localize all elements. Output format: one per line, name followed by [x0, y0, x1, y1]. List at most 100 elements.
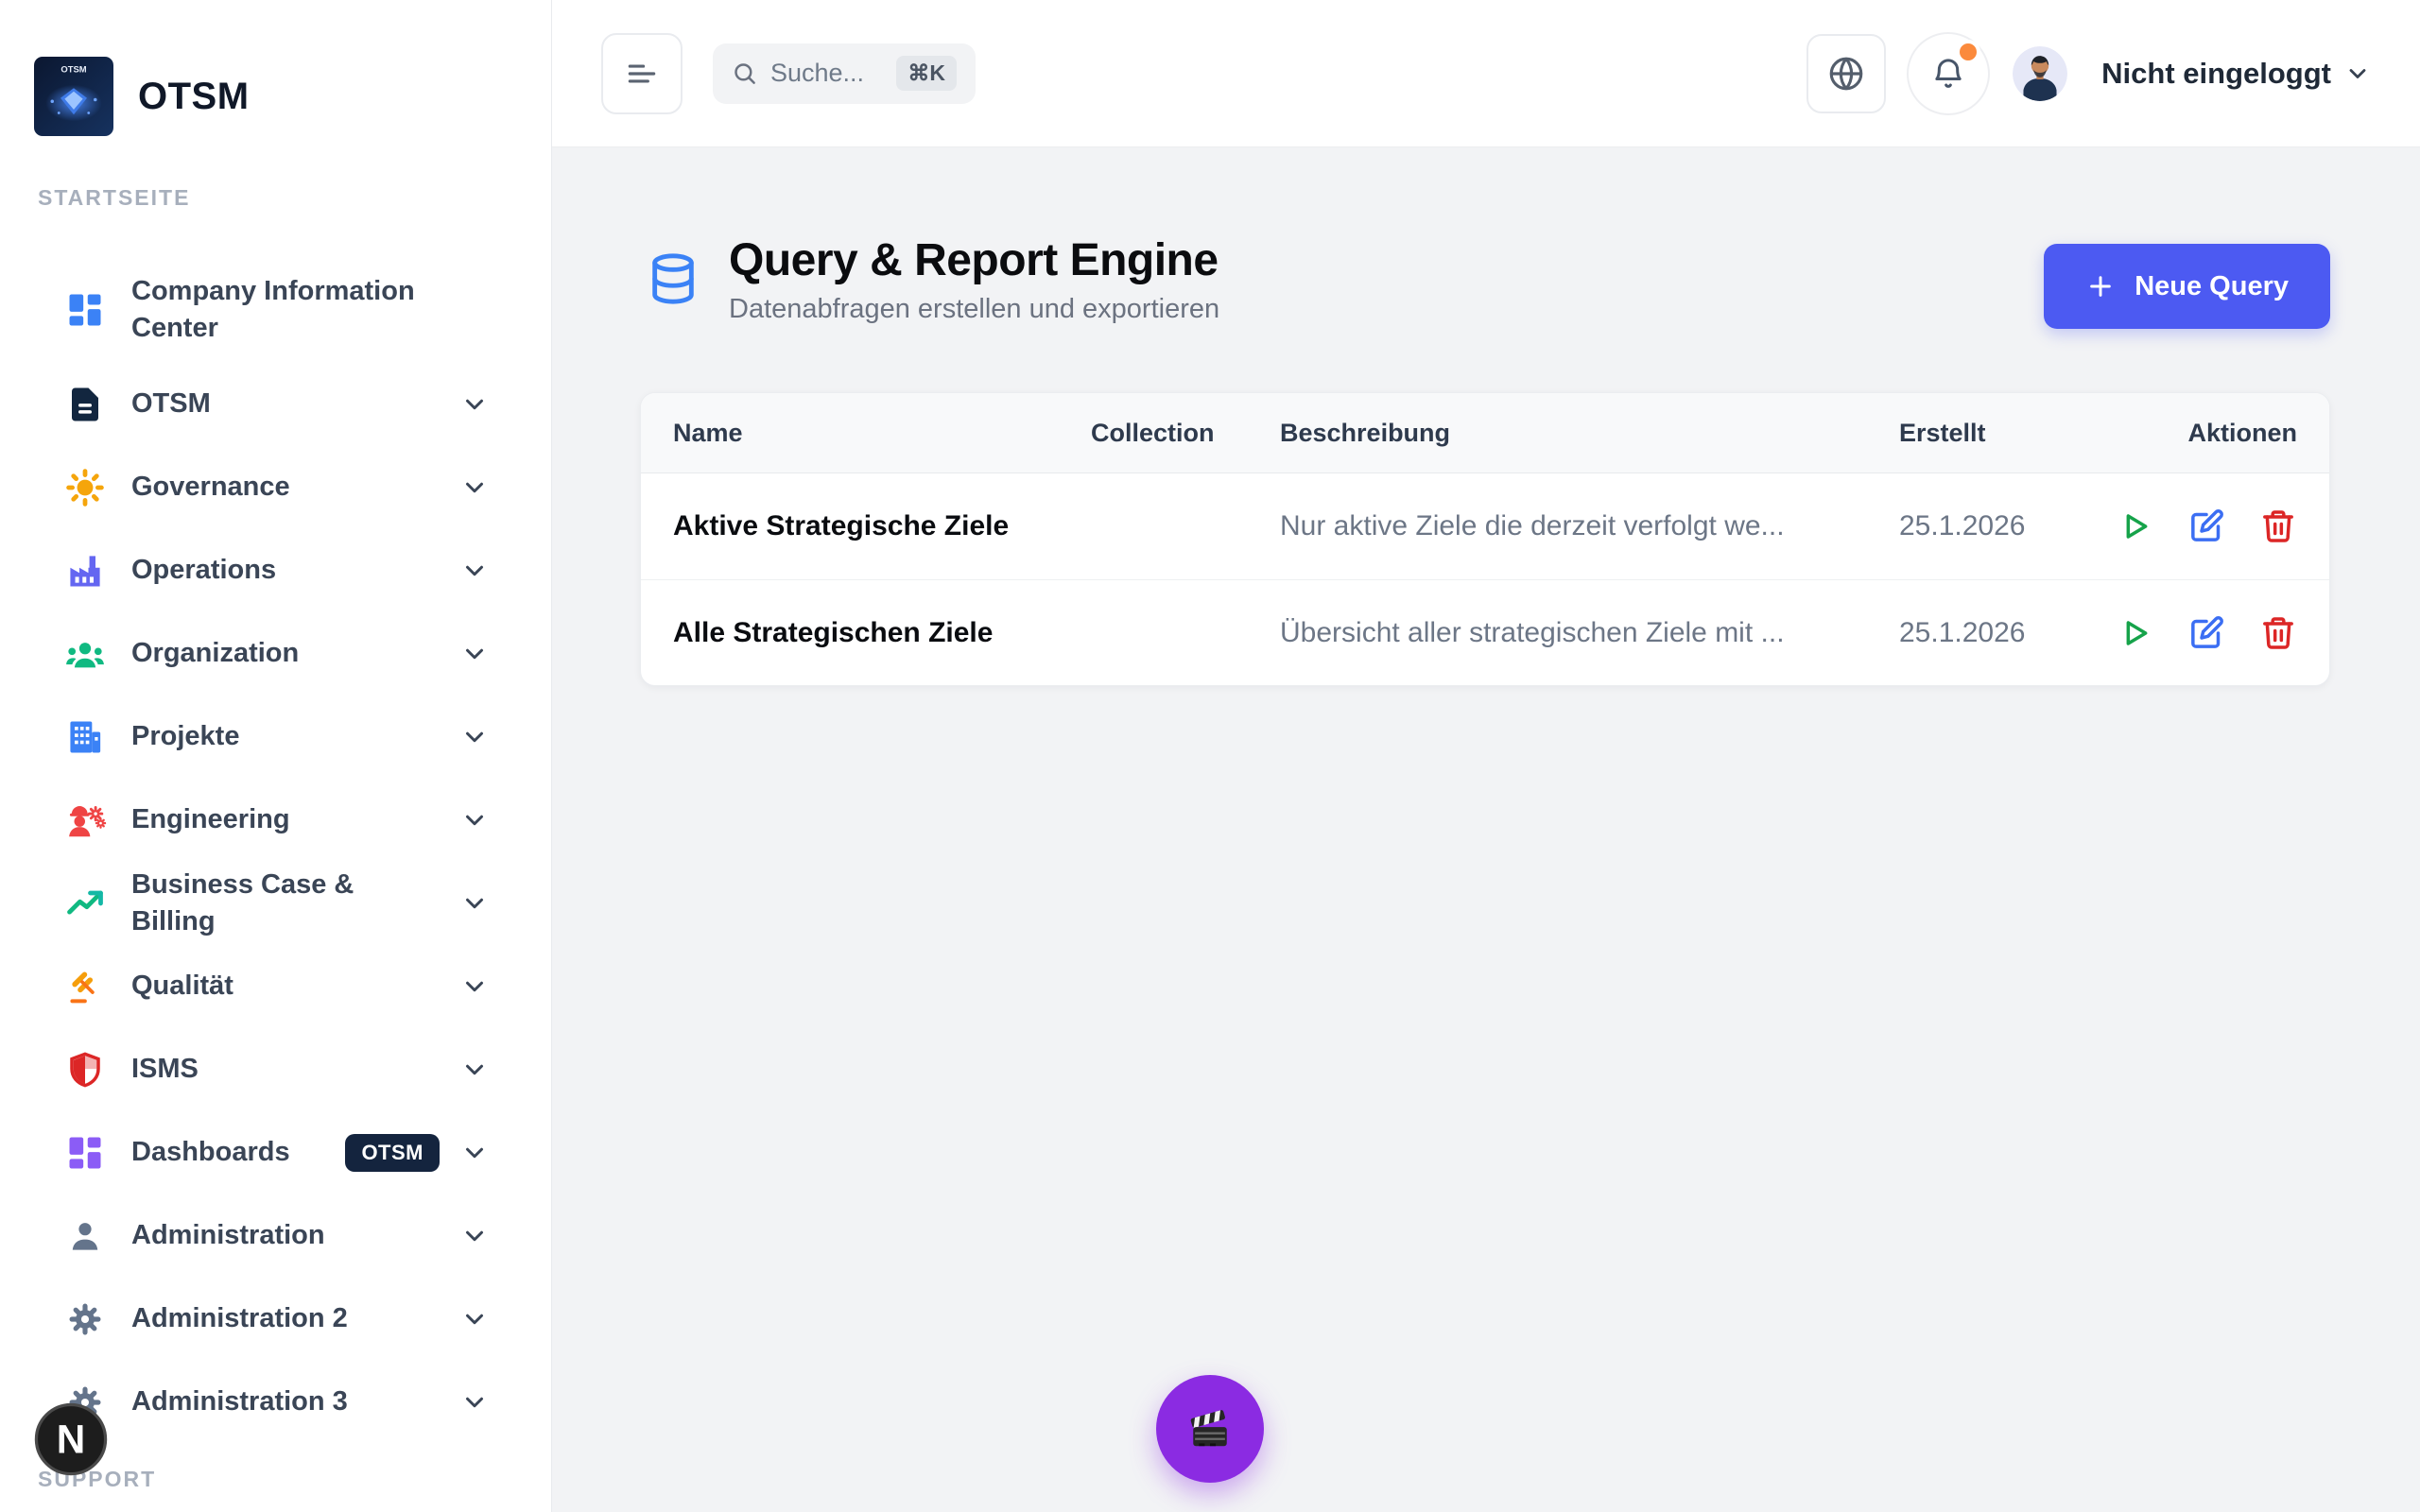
- user-menu[interactable]: Nicht eingeloggt: [2101, 57, 2371, 91]
- chevron-down-icon: [2344, 60, 2371, 87]
- sidebar-item-label: Operations: [131, 552, 276, 589]
- chevron-down-icon: [460, 889, 489, 918]
- sidebar-item-projekte[interactable]: Projekte: [63, 696, 489, 779]
- play-icon: [2116, 507, 2153, 545]
- sidebar-item-label: Administration: [131, 1217, 325, 1254]
- row-actions: [2074, 614, 2297, 652]
- sidebar-item-qualitaet[interactable]: Qualität: [63, 945, 489, 1028]
- chevron-down-icon: [460, 640, 489, 668]
- edit-query-button[interactable]: [2187, 507, 2225, 545]
- sidebar-item-label: Qualität: [131, 968, 233, 1005]
- column-header-name: Name: [673, 419, 1091, 448]
- factory-icon: [63, 549, 107, 593]
- run-query-button[interactable]: [2116, 614, 2153, 652]
- edit-query-button[interactable]: [2187, 614, 2225, 652]
- sidebar-section-startseite: STARTSEITE: [38, 185, 190, 211]
- trash-icon: [2259, 614, 2297, 652]
- page-title: Query & Report Engine: [729, 234, 1219, 286]
- new-query-button[interactable]: Neue Query: [2044, 244, 2330, 329]
- trash-icon: [2259, 507, 2297, 545]
- person-icon: [63, 1214, 107, 1258]
- chevron-down-icon: [460, 1388, 489, 1417]
- query-name: Aktive Strategische Ziele: [673, 510, 1091, 542]
- fab-button[interactable]: [1156, 1375, 1264, 1483]
- delete-query-button[interactable]: [2259, 614, 2297, 652]
- sidebar-item-organization[interactable]: Organization: [63, 612, 489, 696]
- sidebar-item-administration-2[interactable]: Administration 2: [63, 1278, 489, 1361]
- clapperboard-icon: [1184, 1402, 1236, 1455]
- layout-dashboard-icon: [63, 288, 107, 332]
- run-query-button[interactable]: [2116, 507, 2153, 545]
- language-button[interactable]: [1806, 34, 1886, 113]
- page-subtitle: Datenabfragen erstellen und exportieren: [729, 294, 1219, 325]
- globe-icon: [1826, 54, 1866, 94]
- nextjs-dev-badge[interactable]: N: [34, 1402, 108, 1476]
- edit-icon: [2187, 614, 2225, 652]
- document-icon: [63, 383, 107, 426]
- notification-dot: [1956, 40, 1980, 64]
- chevron-down-icon: [460, 390, 489, 419]
- sidebar-item-label: ISMS: [131, 1051, 199, 1088]
- new-query-label: Neue Query: [2135, 271, 2289, 302]
- chevron-down-icon: [460, 723, 489, 751]
- sun-icon: [63, 466, 107, 509]
- sidebar-item-company-information-center[interactable]: Company Information Center: [63, 257, 489, 363]
- notifications-button[interactable]: [1907, 32, 1990, 115]
- sidebar-item-governance[interactable]: Governance: [63, 446, 489, 529]
- search-icon: [732, 60, 757, 86]
- sidebar-item-label: OTSM: [131, 386, 211, 422]
- table-header-row: Name Collection Beschreibung Erstellt Ak…: [641, 393, 2329, 473]
- shield-icon: [63, 1048, 107, 1091]
- sidebar-item-label: Business Case & Billing: [131, 867, 415, 940]
- chevron-down-icon: [460, 1056, 489, 1084]
- otsm-badge: OTSM: [345, 1134, 440, 1172]
- building-icon: [63, 715, 107, 759]
- queries-card: Name Collection Beschreibung Erstellt Ak…: [640, 392, 2330, 686]
- sidebar-item-administration[interactable]: Administration: [63, 1194, 489, 1278]
- query-description: Übersicht aller strategischen Ziele mit …: [1280, 617, 1899, 649]
- edit-icon: [2187, 507, 2225, 545]
- sidebar-item-isms[interactable]: ISMS: [63, 1028, 489, 1111]
- sidebar-item-engineering[interactable]: Engineering: [63, 779, 489, 862]
- app-logo-icon: OTSM: [34, 57, 113, 136]
- page-header: Query & Report Engine Datenabfragen erst…: [646, 234, 2330, 325]
- delete-query-button[interactable]: [2259, 507, 2297, 545]
- topbar: Suche... ⌘K: [552, 0, 2420, 147]
- layout-dashboard-icon: [63, 1131, 107, 1175]
- keyboard-shortcut-badge: ⌘K: [896, 56, 957, 91]
- sidebar-item-administration-3[interactable]: Administration 3: [63, 1361, 489, 1444]
- table-row: Aktive Strategische Ziele Nur aktive Zie…: [641, 473, 2329, 579]
- query-description: Nur aktive Ziele die derzeit verfolgt we…: [1280, 510, 1899, 542]
- chevron-down-icon: [460, 1139, 489, 1167]
- chevron-down-icon: [460, 806, 489, 834]
- play-icon: [2116, 614, 2153, 652]
- chevron-down-icon: [460, 1222, 489, 1250]
- column-header-beschreibung: Beschreibung: [1280, 419, 1899, 448]
- chevron-down-icon: [460, 1305, 489, 1333]
- trending-up-icon: [63, 882, 107, 925]
- column-header-erstellt: Erstellt: [1899, 419, 2074, 448]
- sidebar-nav: Company Information Center OTSM G: [63, 257, 489, 1444]
- sidebar-item-business-case-billing[interactable]: Business Case & Billing: [63, 862, 489, 945]
- sidebar-item-label: Company Information Center: [131, 273, 415, 347]
- user-status-label: Nicht eingeloggt: [2101, 57, 2331, 91]
- sidebar-item-dashboards[interactable]: Dashboards OTSM: [63, 1111, 489, 1194]
- sidebar-item-otsm[interactable]: OTSM: [63, 363, 489, 446]
- sidebar-item-label: Projekte: [131, 718, 239, 755]
- search-input[interactable]: Suche... ⌘K: [713, 43, 976, 104]
- sidebar-item-operations[interactable]: Operations: [63, 529, 489, 612]
- sidebar-toggle-button[interactable]: [601, 33, 683, 114]
- app-root: OTSM OTSM STARTSEITE Company Information…: [0, 0, 2420, 1512]
- column-header-aktionen: Aktionen: [2074, 419, 2297, 448]
- svg-text:OTSM: OTSM: [60, 65, 86, 76]
- app-logo[interactable]: OTSM OTSM: [34, 57, 250, 136]
- gear-icon: [63, 1297, 107, 1341]
- sidebar-item-label: Administration 2: [131, 1300, 348, 1337]
- avatar-image: [2013, 46, 2067, 101]
- engineer-icon: [63, 799, 107, 842]
- brand-name: OTSM: [138, 76, 250, 118]
- avatar[interactable]: [2013, 46, 2067, 101]
- svg-text:N: N: [57, 1418, 86, 1462]
- sidebar-item-label: Organization: [131, 635, 299, 672]
- page-title-block: Query & Report Engine Datenabfragen erst…: [729, 234, 1219, 325]
